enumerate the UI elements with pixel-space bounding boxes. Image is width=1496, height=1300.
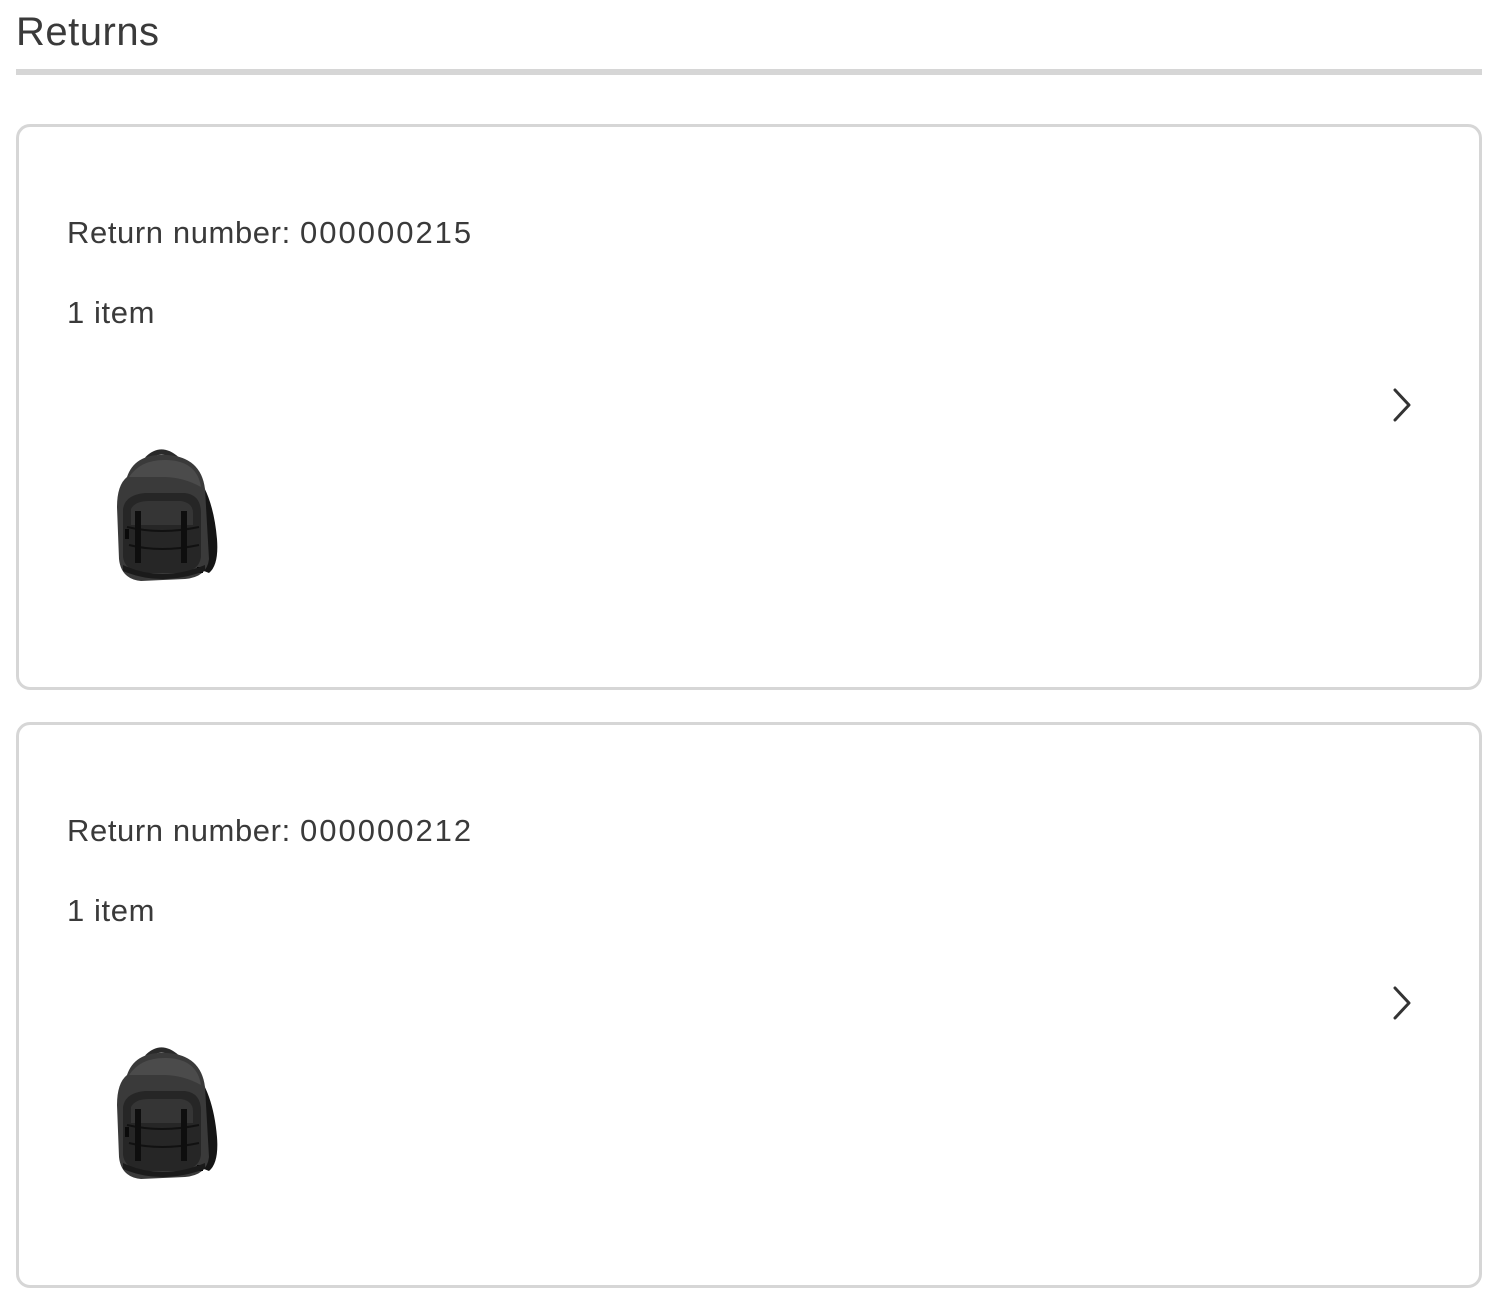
return-number-label: Return number: [67, 215, 291, 250]
return-number-value: 000000215 [300, 215, 474, 250]
backpack-image [117, 1047, 218, 1179]
title-divider [16, 69, 1482, 75]
return-number-value: 000000212 [300, 813, 474, 848]
return-number-row: Return number: 000000212 [67, 811, 473, 851]
item-count: 1 item [67, 295, 156, 330]
chevron-right-icon[interactable] [1389, 983, 1417, 1023]
chevron-right-icon[interactable] [1389, 385, 1417, 425]
return-number-label: Return number: [67, 813, 291, 848]
item-count: 1 item [67, 893, 156, 928]
return-card[interactable]: Return number: 000000212 1 item [16, 722, 1482, 1288]
page-title: Returns [16, 10, 160, 54]
return-number-row: Return number: 000000215 [67, 213, 473, 253]
backpack-image [117, 449, 218, 581]
return-card[interactable]: Return number: 000000215 1 item [16, 124, 1482, 690]
